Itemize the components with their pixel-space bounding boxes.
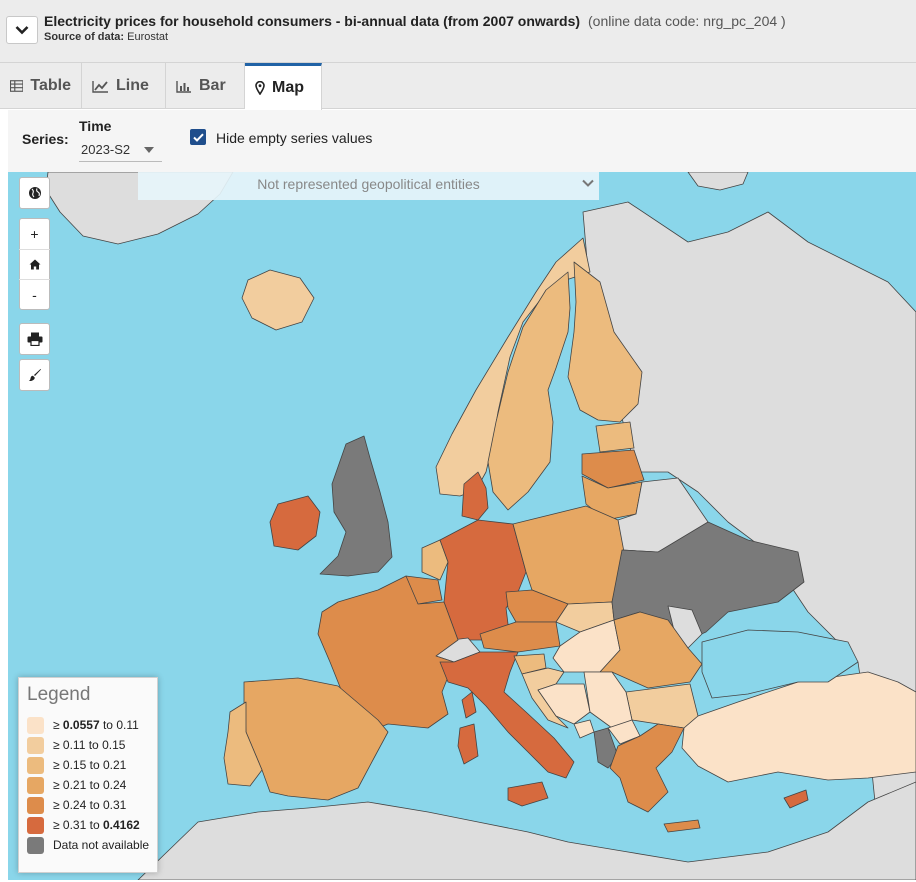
region-germany [439,519,527,641]
legend-swatch [27,776,44,794]
hide-empty-checkbox[interactable] [190,129,206,145]
chevron-down-icon [582,179,594,187]
legend-swatch [27,716,44,734]
legend-label: ≥ 0.24 to 0.31 [53,798,127,812]
region-cyprus [783,789,809,809]
home-button[interactable] [19,249,50,279]
source-line: Source of data: Eurostat [44,31,168,43]
region-uk [319,435,393,577]
tab-bar-label: Bar [199,77,226,94]
legend-item: ≥ 0.31 to 0.4162 [27,816,140,834]
region-serbia [583,671,633,729]
legend-swatch [27,736,44,754]
legend-title: Legend [27,684,91,705]
chevron-down-icon [15,26,29,35]
region-montenegro [573,719,595,739]
legend-swatch [27,816,44,834]
bar-chart-icon [176,80,191,93]
region-sicily [507,781,549,807]
globe-control[interactable] [19,177,50,209]
globe-icon [28,187,41,199]
collapse-header-button[interactable] [6,16,38,44]
legend-item: ≥ 0.24 to 0.31 [27,796,126,814]
check-icon [192,133,204,142]
globe-button[interactable] [19,178,50,208]
not-represented-dropdown[interactable]: Not represented geopolitical entities [138,172,599,200]
time-select-value: 2023-S2 [81,142,131,157]
legend-item: ≥ 0.15 to 0.21 [27,756,126,774]
tab-bar[interactable]: Bar [166,63,245,109]
tab-line-label: Line [116,77,149,94]
map-legend: Legend ≥ 0.0557 to 0.11 ≥ 0.11 to 0.15 ≥… [18,677,158,873]
legend-label: ≥ 0.31 to 0.4162 [53,818,140,832]
series-bar: Series: Time 2023-S2 Hide empty series v… [8,110,916,172]
zoom-in-button[interactable]: + [19,219,50,249]
dataset-code: (online data code: nrg_pc_204 ) [588,13,786,29]
source-label: Source of data: [44,31,125,43]
region-estonia [595,421,635,453]
zoom-out-button[interactable]: - [19,279,50,309]
legend-swatch-na [27,836,44,854]
print-icon [27,332,42,346]
region-bulgaria [625,683,699,729]
hide-empty-label: Hide empty series values [216,130,373,146]
dataset-header: Electricity prices for household consume… [0,0,916,63]
legend-label: ≥ 0.15 to 0.21 [53,758,127,772]
tab-map[interactable]: Map [245,63,322,110]
source-value: Eurostat [127,31,169,43]
legend-item: ≥ 0.0557 to 0.11 [27,716,139,734]
home-icon [29,259,40,270]
time-label: Time [79,118,112,134]
legend-label: ≥ 0.0557 to 0.11 [53,718,139,732]
legend-item-na: Data not available [27,836,149,854]
print-control [19,323,50,355]
region-sardinia [457,723,479,765]
region-corsica [461,691,477,719]
legend-na-label: Data not available [53,838,150,852]
region-svalbard [687,172,749,191]
series-label: Series: [22,131,69,147]
not-represented-label: Not represented geopolitical entities [257,176,480,192]
legend-item: ≥ 0.11 to 0.15 [27,736,125,754]
line-chart-icon [92,80,108,93]
legend-swatch [27,756,44,774]
legend-swatch [27,796,44,814]
region-ireland [269,495,321,551]
legend-label: ≥ 0.11 to 0.15 [53,738,126,752]
caret-down-icon [144,147,154,153]
zoom-control: + - [19,218,50,310]
table-icon [10,80,24,92]
print-button[interactable] [19,324,50,354]
time-select[interactable]: 2023-S2 [79,138,162,162]
map-marker-icon [255,81,265,95]
legend-label: ≥ 0.21 to 0.24 [53,778,127,792]
dataset-title: Electricity prices for household consume… [44,13,581,29]
style-control [19,359,50,391]
dataset-title-line: Electricity prices for household consume… [44,13,786,29]
legend-item: ≥ 0.21 to 0.24 [27,776,126,794]
region-poland [512,505,625,605]
style-button[interactable] [19,360,50,390]
map-canvas[interactable]: Not represented geopolitical entities + … [8,172,916,880]
brush-icon [28,369,41,382]
tab-table[interactable]: Table [0,63,82,109]
tab-table-label: Table [30,77,71,94]
view-tabs: Table Line Bar Map [0,63,916,110]
tab-map-label: Map [272,79,304,96]
region-crete [663,819,701,833]
region-iceland [241,269,315,331]
tab-line[interactable]: Line [82,63,166,109]
